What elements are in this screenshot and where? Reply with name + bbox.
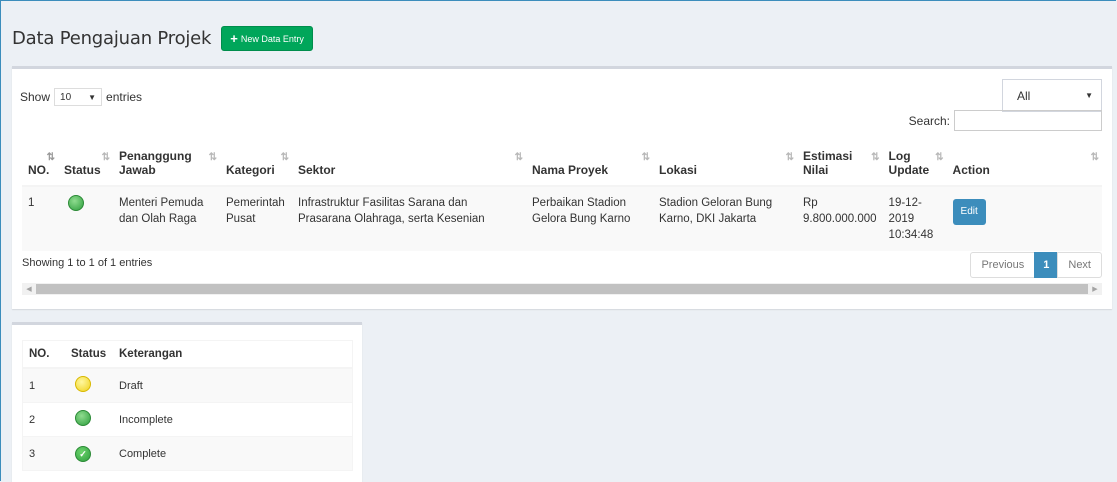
legend-row: 3 ✓ Complete xyxy=(22,436,353,471)
cell-penanggung-jawab: Menteri Pemuda dan Olah Raga xyxy=(113,185,220,251)
chevron-down-icon: ▼ xyxy=(88,92,97,102)
cell-nama-proyek: Perbaikan Stadion Gelora Bung Karno xyxy=(526,185,653,251)
cell-estimasi-nilai: Rp 9.800.000.000 xyxy=(797,185,883,251)
column-header-kategori[interactable]: Kategori ⇅ xyxy=(220,148,292,187)
horizontal-scrollbar[interactable]: ◀ ▶ xyxy=(22,283,1102,295)
entries-length-select[interactable]: 10 ▼ xyxy=(54,88,103,106)
sort-icon: ⇅ xyxy=(785,152,795,163)
entries-length-value: 10 xyxy=(60,91,72,103)
status-complete-check-icon: ✓ xyxy=(75,445,91,462)
legend-row: 1 Draft xyxy=(22,367,353,403)
search-label: Search: xyxy=(908,113,950,128)
cell-sektor: Infrastruktur Fasilitas Sarana dan Prasa… xyxy=(292,185,526,251)
sort-icon: ⇅ xyxy=(1090,152,1100,163)
page-title: Data Pengajuan Projek xyxy=(12,28,212,49)
legend-status xyxy=(65,402,113,437)
search-control: Search: xyxy=(909,110,1102,131)
column-header-estimasi-nilai[interactable]: Estimasi Nilai ⇅ xyxy=(797,148,883,187)
filter-select[interactable]: All ▼ xyxy=(1002,79,1102,112)
sort-asc-icon: ⇅ xyxy=(46,152,56,163)
table-header-row: NO. ⇅ Status ⇅ Penanggung Jawab ⇅ Kategori ⇅… xyxy=(22,148,1102,187)
scrollbar-thumb[interactable] xyxy=(36,284,1088,294)
previous-page-button[interactable]: Previous xyxy=(970,252,1036,278)
pagination: Previous 1 Next xyxy=(970,252,1102,278)
cell-status xyxy=(58,185,113,251)
entries-label: entries xyxy=(106,90,143,104)
status-incomplete-icon xyxy=(68,195,84,211)
table-info: Showing 1 to 1 of 1 entries xyxy=(22,257,153,269)
new-data-entry-label: New Data Entry xyxy=(240,33,304,44)
cell-lokasi: Stadion Geloran Bung Karno, DKI Jakarta xyxy=(653,185,797,251)
sort-icon: ⇅ xyxy=(935,152,944,163)
scroll-left-icon[interactable]: ◀ xyxy=(22,285,36,293)
sort-icon: ⇅ xyxy=(280,152,290,163)
legend-header-keterangan: Keterangan xyxy=(113,340,353,369)
column-header-penanggung-jawab[interactable]: Penanggung Jawab ⇅ xyxy=(113,148,220,187)
sort-icon: ⇅ xyxy=(101,152,111,163)
legend-keterangan: Incomplete xyxy=(113,402,353,437)
table-row: 1 Menteri Pemuda dan Olah Raga Pemerinta… xyxy=(22,185,1102,251)
cell-log-update: 19-12-2019 10:34:48 xyxy=(882,185,947,251)
legend-no: 3 xyxy=(22,436,65,471)
legend-status: ✓ xyxy=(65,436,113,471)
plus-icon: + xyxy=(230,31,238,46)
entries-length-control: Show 10 ▼ entries xyxy=(20,88,142,106)
legend-no: 1 xyxy=(22,367,65,403)
column-header-sektor[interactable]: Sektor ⇅ xyxy=(292,148,526,187)
column-header-nama-proyek[interactable]: Nama Proyek ⇅ xyxy=(526,148,653,187)
page-header: Data Pengajuan Projek + New Data Entry xyxy=(12,26,313,51)
column-header-action[interactable]: Action ⇅ xyxy=(946,148,1102,187)
cell-kategori: Pemerintah Pusat xyxy=(220,185,292,251)
status-draft-icon xyxy=(75,376,91,392)
sort-icon: ⇅ xyxy=(514,152,524,163)
chevron-down-icon: ▼ xyxy=(1085,91,1093,100)
column-header-log-update[interactable]: Log Update ⇅ xyxy=(882,148,947,187)
projects-table: NO. ⇅ Status ⇅ Penanggung Jawab ⇅ Kategori ⇅… xyxy=(22,148,1102,251)
sort-icon: ⇅ xyxy=(208,152,218,163)
legend-header-no: NO. xyxy=(22,340,65,369)
search-input[interactable] xyxy=(954,110,1102,131)
sort-icon: ⇅ xyxy=(641,152,651,163)
legend-no: 2 xyxy=(22,402,65,437)
status-legend-box: NO. Status Keterangan 1 Draft 2 Incomple… xyxy=(12,322,362,482)
next-page-button[interactable]: Next xyxy=(1057,252,1102,278)
legend-header-row: NO. Status Keterangan xyxy=(22,340,353,369)
legend-header-status: Status xyxy=(65,340,113,369)
edit-button[interactable]: Edit xyxy=(952,199,986,225)
cell-action: Edit xyxy=(946,185,1102,251)
scroll-right-icon[interactable]: ▶ xyxy=(1088,285,1102,293)
data-table-box: Show 10 ▼ entries All ▼ Search: NO. ⇅ Sta… xyxy=(12,66,1112,309)
column-header-lokasi[interactable]: Lokasi ⇅ xyxy=(653,148,797,187)
legend-row: 2 Incomplete xyxy=(22,402,353,437)
show-label: Show xyxy=(20,90,51,104)
column-header-status[interactable]: Status ⇅ xyxy=(58,148,113,187)
legend-status xyxy=(65,367,113,403)
legend-keterangan: Complete xyxy=(113,436,353,471)
sort-icon: ⇅ xyxy=(871,152,880,163)
status-legend-table: NO. Status Keterangan 1 Draft 2 Incomple… xyxy=(22,340,353,471)
new-data-entry-button[interactable]: + New Data Entry xyxy=(221,26,313,51)
legend-keterangan: Draft xyxy=(113,367,353,403)
cell-no: 1 xyxy=(22,185,58,251)
status-incomplete-icon xyxy=(75,410,91,426)
page-button-1[interactable]: 1 xyxy=(1034,252,1059,278)
column-header-no[interactable]: NO. ⇅ xyxy=(22,148,58,187)
filter-value: All xyxy=(1017,88,1031,103)
